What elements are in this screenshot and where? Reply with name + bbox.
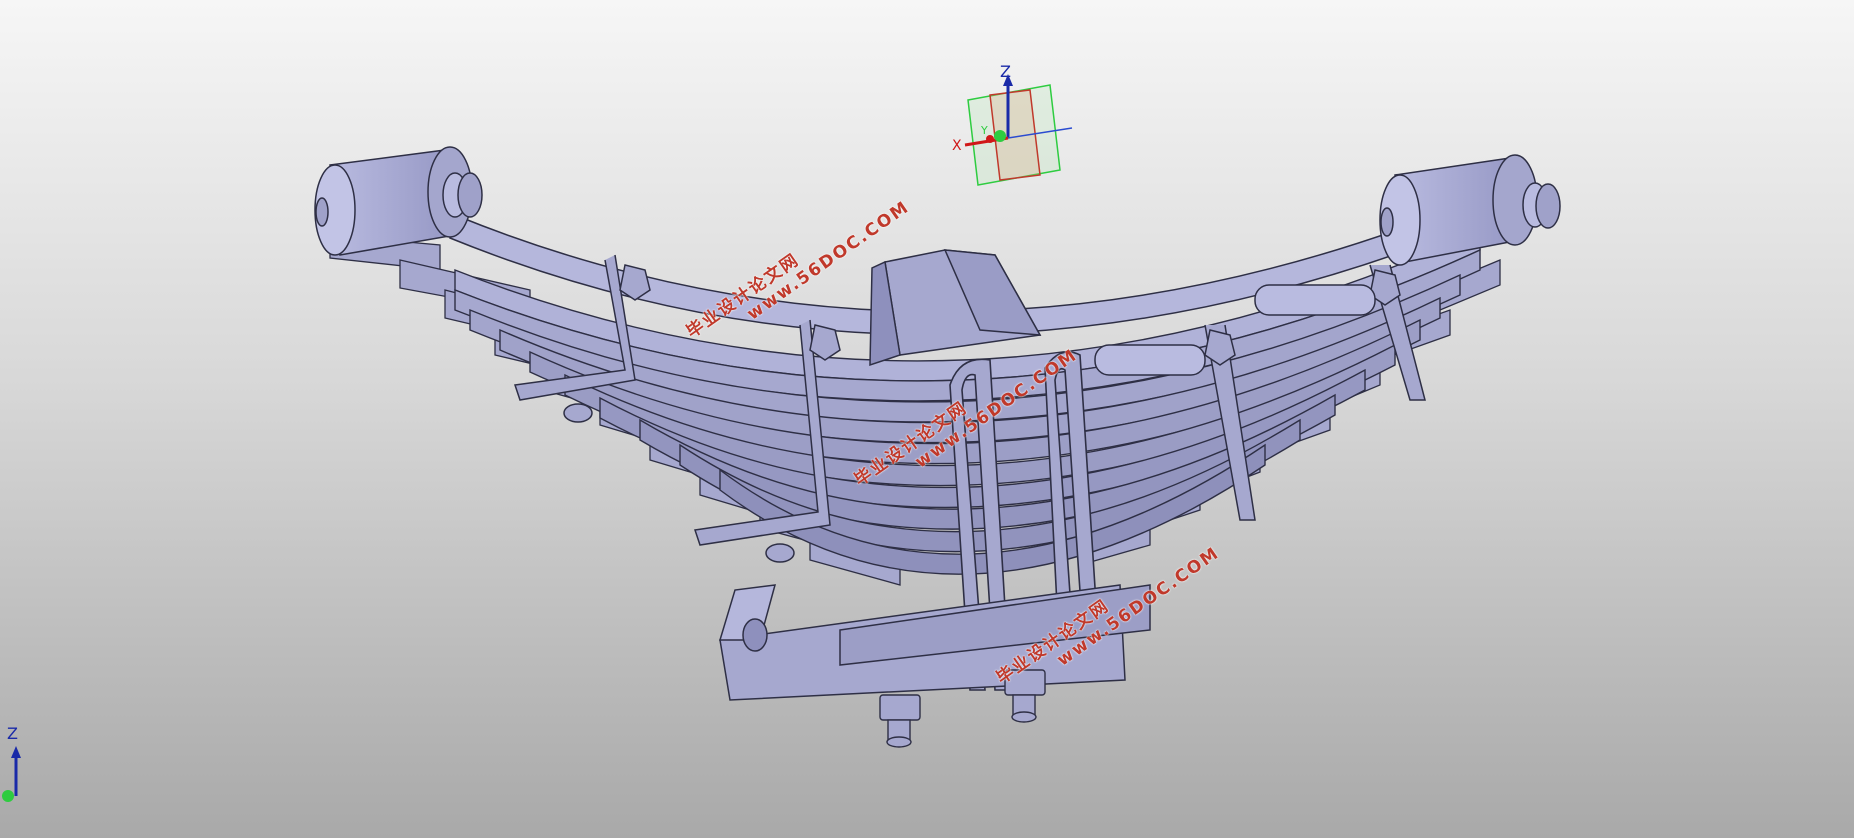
corner-triad-z-label: Z: [7, 724, 18, 743]
corner-axis-triad: [2, 746, 21, 802]
cad-3d-viewport[interactable]: Z X Y Z 毕业设计论文网 www.56DOC.COM 毕业设计论文网 ww…: [0, 0, 1854, 838]
right-spring-eye: [1379, 154, 1561, 266]
triad-x-label: X: [952, 138, 962, 154]
center-spring-seat: [869, 249, 1042, 367]
triad-z-label: Z: [1000, 62, 1011, 81]
triad-y-label: Y: [981, 124, 988, 137]
